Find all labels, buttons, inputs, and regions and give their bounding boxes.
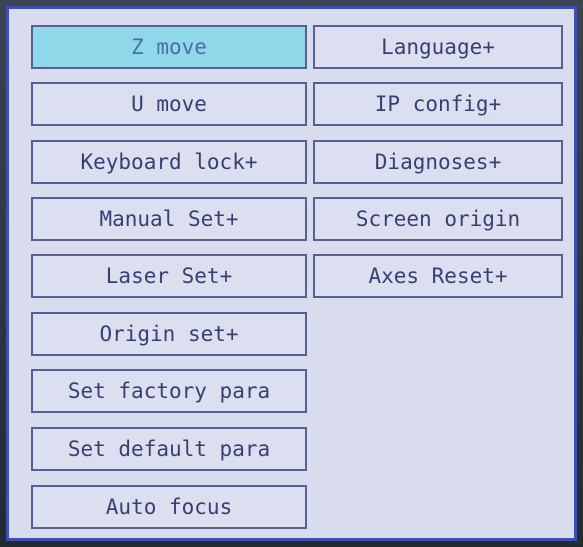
laser-set-button[interactable]: Laser Set+ (31, 254, 307, 298)
z-move-button[interactable]: Z move (31, 25, 307, 69)
lcd-screen: Z move U move Keyboard lock+ Manual Set+… (6, 6, 577, 541)
origin-set-button[interactable]: Origin set+ (31, 312, 307, 356)
axes-reset-button[interactable]: Axes Reset+ (313, 254, 563, 298)
u-move-button[interactable]: U move (31, 82, 307, 126)
language-button[interactable]: Language+ (313, 25, 563, 69)
ip-config-button[interactable]: IP config+ (313, 82, 563, 126)
diagnoses-button[interactable]: Diagnoses+ (313, 140, 563, 184)
manual-set-button[interactable]: Manual Set+ (31, 197, 307, 241)
set-factory-para-button[interactable]: Set factory para (31, 369, 307, 413)
keyboard-lock-button[interactable]: Keyboard lock+ (31, 140, 307, 184)
set-default-para-button[interactable]: Set default para (31, 427, 307, 471)
screen-origin-button[interactable]: Screen origin (313, 197, 563, 241)
auto-focus-button[interactable]: Auto focus (31, 485, 307, 529)
